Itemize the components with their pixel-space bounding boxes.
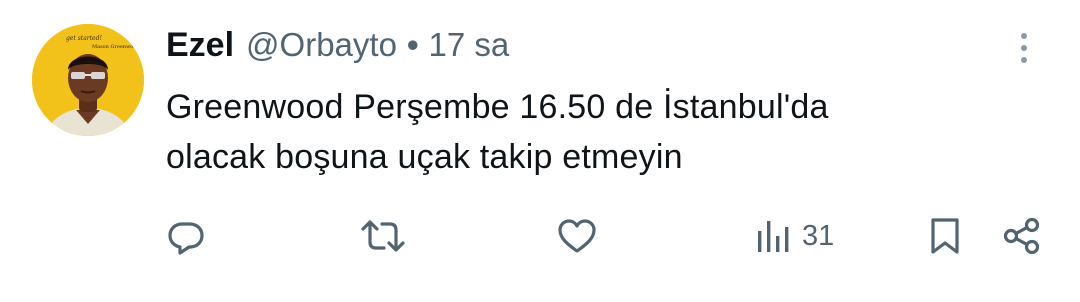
reply-icon <box>168 222 204 255</box>
author-handle[interactable]: @Orbayto <box>246 26 397 64</box>
tweet-text-line: Greenwood Perşembe 16.50 de İstanbul'da <box>166 88 829 126</box>
more-vertical-icon <box>1021 33 1027 63</box>
views-icon <box>758 221 789 252</box>
bookmark-button[interactable] <box>928 208 962 264</box>
avatar-caption-bottom: Mason Greenwood <box>92 44 140 50</box>
timestamp[interactable]: 17 sa <box>429 26 510 64</box>
avatar[interactable]: get started! Mason Greenwood <box>32 24 144 136</box>
separator-dot: • <box>406 26 419 63</box>
tweet[interactable]: get started! Mason Greenwood Ezel @Orbay… <box>0 0 1080 302</box>
tweet-actions: 31 <box>0 208 1080 264</box>
tweet-text: Greenwood Perşembe 16.50 de İstanbul'da … <box>166 82 1046 182</box>
share-icon <box>1003 217 1040 255</box>
tweet-text-line: olacak boşuna uçak takip etmeyin <box>166 138 683 176</box>
retweet-button[interactable] <box>360 208 406 264</box>
avatar-caption-top: get started! <box>66 35 102 42</box>
bookmark-icon <box>931 218 959 254</box>
tweet-header: Ezel @Orbayto • 17 sa <box>166 26 509 72</box>
share-button[interactable] <box>1002 208 1042 264</box>
reply-button[interactable] <box>166 208 206 264</box>
views-button[interactable]: 31 <box>756 208 834 264</box>
views-count: 31 <box>802 219 835 252</box>
heart-icon <box>558 219 596 253</box>
more-options-button[interactable] <box>1010 30 1038 66</box>
retweet-icon <box>361 220 405 252</box>
author-name[interactable]: Ezel <box>166 26 234 65</box>
like-button[interactable] <box>557 208 597 264</box>
